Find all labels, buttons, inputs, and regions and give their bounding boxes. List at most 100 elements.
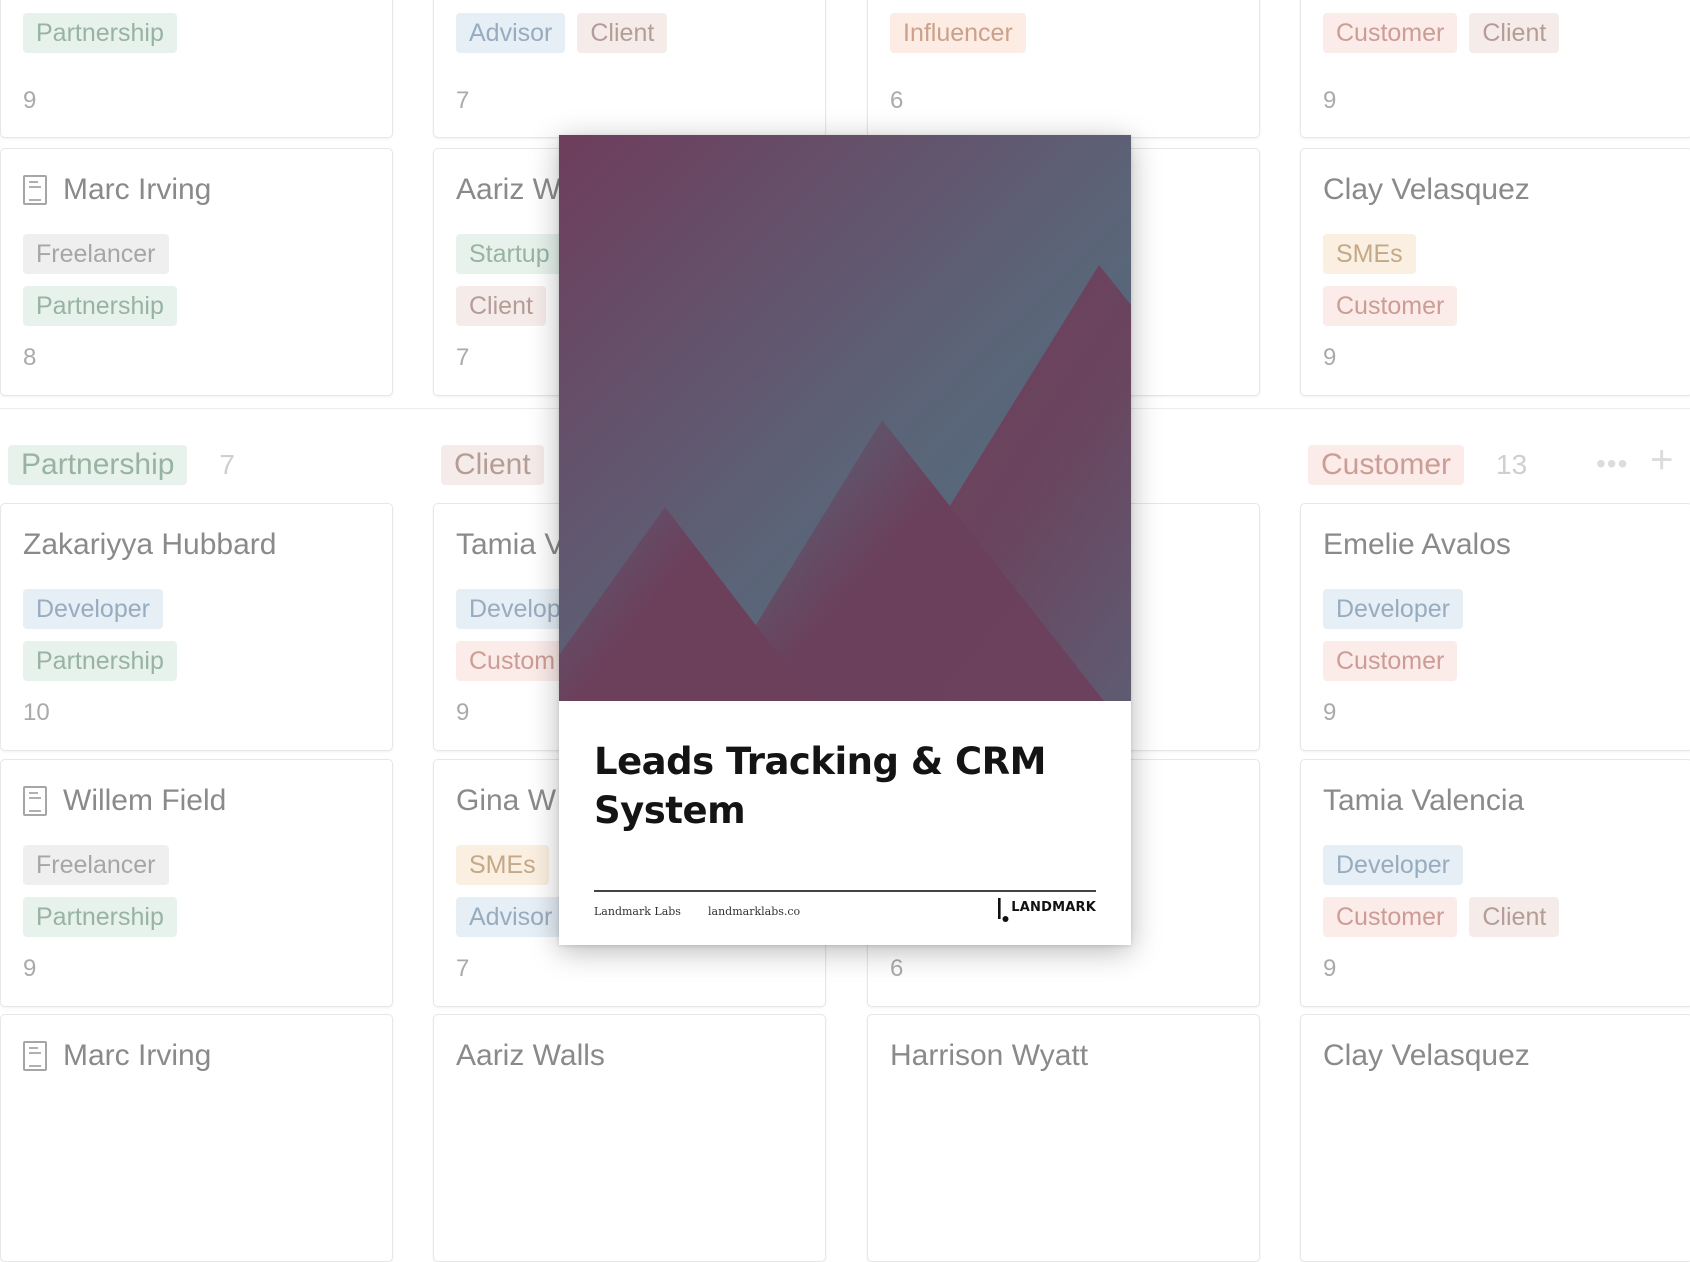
tag-customer: Customer — [1323, 641, 1458, 681]
card-count: 9 — [456, 699, 470, 726]
card-count: 7 — [456, 955, 470, 982]
lead-card[interactable]: Harrison Wyatt — [867, 1014, 1260, 1262]
tag-smes: SMEs — [1323, 234, 1416, 274]
card-title: Harrison Wyatt — [890, 1039, 1251, 1073]
card-count: 7 — [456, 87, 470, 114]
lead-card[interactable]: Marc Irving — [0, 1014, 393, 1262]
card-title-text: Zakariyya Hubbard — [23, 528, 277, 561]
tag-partnership: Partnership — [23, 897, 177, 937]
tag-row: Customer — [1323, 641, 1458, 681]
card-count: 9 — [23, 955, 37, 982]
cover-company: Landmark Labs — [594, 905, 681, 918]
tag-row: Advisor — [456, 897, 566, 937]
card-count: 10 — [23, 699, 50, 726]
tag-develop: Develop — [456, 589, 574, 629]
card-title-text: Marc Irving — [63, 1039, 212, 1072]
tag-freelancer: Freelancer — [23, 845, 169, 885]
page-icon — [23, 786, 47, 816]
card-title-text: Marc Irving — [63, 173, 212, 206]
page-icon — [23, 1041, 47, 1071]
page-icon — [23, 175, 47, 205]
lead-card[interactable]: SMEsInfluencer6 — [867, 0, 1260, 138]
lead-card[interactable]: Emelie Avalos Developer Customer 9 — [1300, 503, 1690, 751]
tag-developer: Developer — [1323, 589, 1463, 629]
tag-partnership: Partnership — [23, 641, 177, 681]
card-title: Willem Field — [23, 784, 384, 818]
tag-freelancer: Freelancer — [23, 234, 169, 274]
tag-partnership: Partnership — [23, 286, 177, 326]
card-title-text: Gina W — [456, 784, 557, 817]
more-options-icon[interactable]: ••• — [1596, 448, 1628, 480]
card-title-text: Aariz Walls — [456, 1039, 605, 1072]
tag-client: Client — [577, 13, 668, 53]
tag-row: Developer — [23, 589, 163, 629]
card-count: 8 — [23, 344, 37, 371]
card-title: Emelie Avalos — [1323, 528, 1684, 562]
card-title-text: Harrison Wyatt — [890, 1039, 1089, 1072]
tag-customer: Customer — [1323, 286, 1458, 326]
tag-advisor: Advisor — [456, 897, 566, 937]
landmark-logo-text: LANDMARK — [1011, 900, 1096, 915]
group-count: 13 — [1496, 449, 1528, 480]
lead-card[interactable]: Clay Velasquez SMEs Customer 9 — [1300, 148, 1690, 396]
tag-row: Partnership — [23, 13, 177, 53]
card-title: Tamia Valencia — [1323, 784, 1684, 818]
tag-row: Influencer — [890, 13, 1026, 53]
group-label: Client — [441, 445, 544, 485]
tag-row: SMEs — [1323, 234, 1416, 274]
lead-card[interactable]: Marc Irving Freelancer Partnership 8 — [0, 148, 393, 396]
card-title: Clay Velasquez — [1323, 1039, 1684, 1073]
group-header-customer[interactable]: Customer 13 — [1308, 445, 1527, 485]
tag-row: Partnership — [23, 641, 177, 681]
landmark-logo-icon — [998, 898, 1009, 922]
tag-row: Developer — [1323, 589, 1463, 629]
lead-card[interactable]: FreelancerFreelancerPartnership9 — [0, 0, 393, 138]
lead-card[interactable]: DeveloperCustomerClient9 — [1300, 0, 1690, 138]
card-title: Aariz Walls — [456, 1039, 817, 1073]
lead-card[interactable]: Clay Velasquez — [1300, 1014, 1690, 1262]
tag-row: Customer Client — [1323, 897, 1560, 937]
card-count: 9 — [1323, 955, 1337, 982]
cover-title: Leads Tracking & CRM System — [594, 740, 1046, 832]
card-title-text: Tamia Valencia — [1323, 784, 1525, 817]
card-title-text: Clay Velasquez — [1323, 1039, 1530, 1072]
card-count: 7 — [456, 344, 470, 371]
cover-mountain-illustration — [559, 135, 1131, 701]
tag-client: Client — [1469, 897, 1560, 937]
tag-row: SMEs — [456, 845, 549, 885]
tag-row: Customer — [1323, 286, 1458, 326]
tag-customer: Customer — [1323, 897, 1458, 937]
card-count: 9 — [1323, 87, 1337, 114]
landmark-logo: LANDMARK — [997, 898, 1096, 924]
tag-client: Client — [456, 286, 546, 326]
tag-row: Client — [456, 286, 546, 326]
tag-customer: Customer — [1323, 13, 1458, 53]
group-header-partnership[interactable]: Partnership 7 — [8, 445, 235, 485]
tag-row: Advisor Client — [456, 13, 668, 53]
lead-card[interactable]: Willem Field Freelancer Partnership 9 — [0, 759, 393, 1007]
card-count: 6 — [890, 955, 904, 982]
add-card-icon[interactable]: + — [1650, 440, 1673, 480]
lead-card[interactable]: Tamia Valencia Developer Customer Client 9 — [1300, 759, 1690, 1007]
tag-developer: Developer — [1323, 845, 1463, 885]
tag-custom: Custom — [456, 641, 569, 681]
template-cover-preview[interactable]: Leads Tracking & CRM System Landmark Lab… — [559, 135, 1131, 945]
lead-card[interactable]: Zakariyya Hubbard Developer Partnership 10 — [0, 503, 393, 751]
lead-card[interactable]: Aariz Walls — [433, 1014, 826, 1262]
tag-row: Freelancer — [23, 845, 169, 885]
tag-row: Startup — [456, 234, 563, 274]
card-title-text: Aariz W — [456, 173, 561, 206]
tag-influencer: Influencer — [890, 13, 1026, 53]
tag-row: Developer — [1323, 845, 1463, 885]
tag-row: Custom — [456, 641, 569, 681]
card-title-text: Willem Field — [63, 784, 227, 817]
card-title: Zakariyya Hubbard — [23, 528, 384, 562]
group-header-client[interactable]: Client — [441, 445, 544, 485]
tag-startup: Startup — [456, 234, 563, 274]
tag-advisor: Advisor — [456, 13, 566, 53]
cover-website: landmarklabs.co — [708, 905, 801, 918]
card-title-text: Tamia V — [456, 528, 565, 561]
card-title-text: Emelie Avalos — [1323, 528, 1511, 561]
card-title: Marc Irving — [23, 173, 384, 207]
lead-card[interactable]: SMEsAdvisorClient7 — [433, 0, 826, 138]
